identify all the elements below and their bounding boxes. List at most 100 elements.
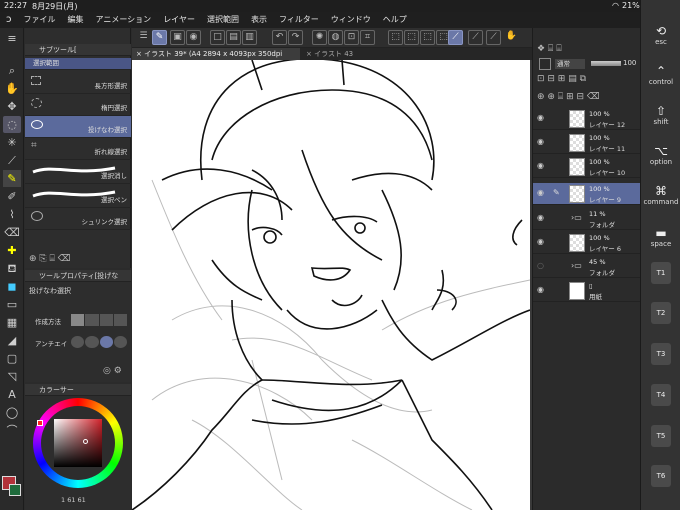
eye-icon[interactable]: ◉ [537,162,547,170]
esc-key[interactable]: ⟲ esc [641,24,680,46]
rect-icon[interactable]: ▢ [3,350,21,367]
blend-icon[interactable]: ✚ [3,242,21,259]
menu-edit[interactable]: 編集 [62,12,90,28]
save-icon[interactable]: ▥ [242,30,257,45]
hand-icon[interactable]: ✋ [504,30,519,45]
layer-tool-icons-1[interactable]: ⊡ ⊟ ⊞ ▤ ⧉ [537,74,586,84]
folder-row[interactable]: ○ ›▭ 45 % フォルダ [533,256,641,278]
menu-file[interactable]: ファイル [18,12,62,28]
close-icon[interactable]: × [136,50,142,58]
redo-icon[interactable]: ↷ [288,30,303,45]
undo-icon[interactable]: ↶ [272,30,287,45]
gradient-icon[interactable]: ◼ [3,278,21,295]
zoom-icon[interactable]: ⌕ [3,62,21,79]
antialias-weak-icon[interactable] [85,336,99,348]
control-key[interactable]: ⌃ control [641,64,680,86]
menu-filter[interactable]: フィルター [273,12,325,28]
method-subtract-icon[interactable] [99,314,113,326]
menu-selection[interactable]: 選択範囲 [201,12,245,28]
magic-wand-icon[interactable]: ✳ [3,134,21,151]
antialias-strong-icon[interactable] [113,336,127,348]
snap-ruler-icon[interactable]: ⟋ [448,30,463,45]
eye-icon[interactable]: ◉ [537,114,547,122]
subtool-selection-eraser[interactable]: 選択消し [25,160,131,184]
command-key[interactable]: ⌘ command [641,184,680,206]
antialias-none-icon[interactable] [71,336,85,348]
menu-animation[interactable]: アニメーション [90,12,158,28]
subtool-group[interactable]: 選択範囲 [25,58,131,70]
layer-row[interactable]: ◉ 100 % レイヤー 12 [533,108,641,130]
line-icon[interactable]: ◹ [3,368,21,385]
text-icon[interactable]: A [3,386,21,403]
layer-select-icon[interactable]: ▣ [170,30,185,45]
move-icon[interactable]: ✥ [3,98,21,115]
fill-bucket-icon[interactable]: ⛾ [3,260,21,277]
subtool-selection-pen[interactable]: 選択ペン [25,184,131,208]
option-key[interactable]: ⌥ option [641,144,680,166]
menu-window[interactable]: ウィンドウ [325,12,377,28]
figure-icon[interactable]: ▭ [3,296,21,313]
layer-row[interactable]: ◉ 100 % レイヤー 10 [533,156,641,178]
paper-row[interactable]: ◉ ▯ 用紙 [533,280,641,302]
t6-key[interactable]: T6 [651,465,671,487]
opacity-slider[interactable] [591,61,621,66]
balloon-icon[interactable]: ◯ [3,404,21,421]
brush-icon[interactable]: ⌇ [3,206,21,223]
method-intersect-icon[interactable] [113,314,127,326]
toolprop-settings-icon[interactable]: ◎ ⚙ [103,366,122,376]
drawing-canvas[interactable] [132,60,530,510]
fill-icon[interactable]: ◍ [328,30,343,45]
folder-row[interactable]: ◉ ›▭ 11 % フォルダ [533,208,641,230]
lasso-icon[interactable]: ◌ [3,116,21,133]
frame-icon[interactable]: ▦ [3,314,21,331]
close-icon[interactable]: × [306,50,312,58]
record-icon[interactable]: ◉ [186,30,201,45]
menu-view[interactable]: 表示 [245,12,273,28]
correction-icon[interactable]: ⌒ [3,422,21,439]
blend-mode-select[interactable]: 通常 [555,59,585,69]
tool-select-icon[interactable]: ✎ [152,30,167,45]
eraser-icon[interactable]: ⌫ [3,224,21,241]
loading-icon[interactable]: ✺ [312,30,327,45]
eye-hidden-icon[interactable]: ○ [537,262,547,270]
hamburger-menu-icon[interactable]: ☰ [136,30,151,45]
layer-row[interactable]: ◉ 100 % レイヤー 11 [533,132,641,154]
eye-icon[interactable]: ◉ [537,138,547,146]
clear-icon[interactable]: ⊡ [344,30,359,45]
crop-icon[interactable]: ⌗ [360,30,375,45]
layer-row[interactable]: ◉ 100 % レイヤー 6 [533,232,641,254]
shift-key[interactable]: ⇧ shift [641,104,680,126]
saturation-square[interactable] [54,419,102,467]
menu-help[interactable]: ヘルプ [377,12,413,28]
select-show-icon[interactable]: ⬚ [420,30,435,45]
pencil-icon[interactable]: ✐ [3,188,21,205]
snap-line-icon[interactable]: ⟋ [468,30,483,45]
app-logo-icon[interactable]: ↄ [0,12,18,28]
tab-illust-43[interactable]: × イラスト 43 [302,48,362,60]
space-key[interactable]: ▬ space [641,226,680,248]
layer-tool-icons-2[interactable]: ⊕ ⊕ ⌸ ⊞ ⊟ ⌫ [537,92,600,102]
t3-key[interactable]: T3 [651,343,671,365]
method-add-icon[interactable] [85,314,99,326]
hand-tool-icon[interactable]: ✋ [3,80,21,97]
antialias-mid-icon[interactable] [99,336,113,348]
subtool-polyline-select[interactable]: ⌗ 折れ線選択 [25,138,131,160]
hue-cursor[interactable] [37,420,43,426]
eye-icon[interactable]: ◉ [537,238,547,246]
eyedropper-icon[interactable]: ⟋ [3,152,21,169]
eye-icon[interactable]: ◉ [537,214,547,222]
color-picker-cursor[interactable] [83,439,88,444]
subtool-lasso-select[interactable]: 投げなわ選択 [25,116,131,138]
new-icon[interactable]: □ [210,30,225,45]
subtool-rect-select[interactable]: 長方形選択 [25,72,131,94]
deselect-icon[interactable]: ⬚ [388,30,403,45]
invert-icon[interactable]: ⬚ [404,30,419,45]
open-icon[interactable]: ▤ [226,30,241,45]
eye-icon[interactable]: ◉ [537,286,547,294]
t2-key[interactable]: T2 [651,302,671,324]
t4-key[interactable]: T4 [651,384,671,406]
tab-illust-39[interactable]: × イラスト 39* (A4 2894 x 4093px 350dpi 78.8… [132,48,300,70]
ruler-icon[interactable]: ◢ [3,332,21,349]
sub-color-swatch[interactable] [9,484,21,496]
palette-collapse-icon[interactable]: ≡ [3,30,21,47]
